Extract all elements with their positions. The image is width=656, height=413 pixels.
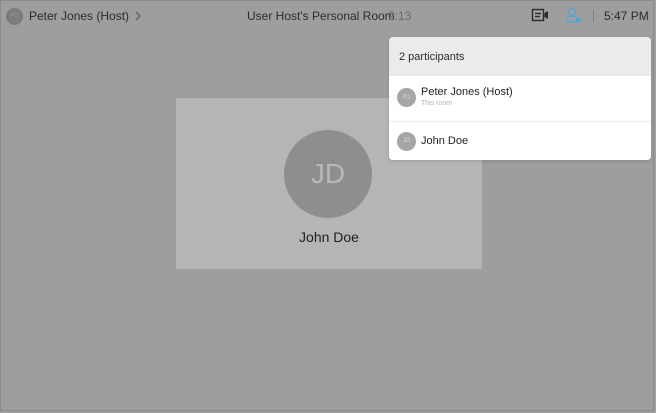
host-menu-button[interactable]: PJ Peter Jones (Host)	[6, 6, 143, 26]
participant-row-guest[interactable]: JD John Doe	[389, 122, 651, 160]
participant-row-name: Peter Jones (Host)	[421, 86, 513, 98]
clock: 5:47 PM	[604, 9, 649, 23]
host-label: Peter Jones (Host)	[29, 9, 130, 23]
participant-avatar: JD	[284, 130, 372, 218]
participant-row-host[interactable]: PJ Peter Jones (Host) This room	[389, 77, 651, 118]
meeting-title: User Host's Personal Room	[247, 9, 395, 23]
participant-row-name: John Doe	[421, 134, 469, 147]
top-bar: PJ Peter Jones (Host) User Host's Person…	[0, 0, 656, 32]
topbar-divider	[593, 10, 594, 22]
participant-row-text: Peter Jones (Host) This room	[421, 86, 513, 109]
participants-icon[interactable]	[564, 6, 582, 24]
participants-panel: 2 participants PJ Peter Jones (Host) Thi…	[389, 37, 651, 160]
participant-row-text: John Doe	[421, 135, 468, 148]
meeting-timer: 2:13	[388, 9, 412, 23]
avatar: JD	[397, 131, 416, 151]
participant-row-subtitle: This room	[421, 100, 453, 107]
chevron-right-icon	[135, 11, 141, 21]
participant-name: John Doe	[299, 229, 359, 245]
participants-count: 2 participants	[389, 37, 651, 76]
avatar: PJ	[397, 88, 416, 107]
host-avatar: PJ	[6, 7, 23, 25]
layout-icon[interactable]	[531, 7, 549, 23]
